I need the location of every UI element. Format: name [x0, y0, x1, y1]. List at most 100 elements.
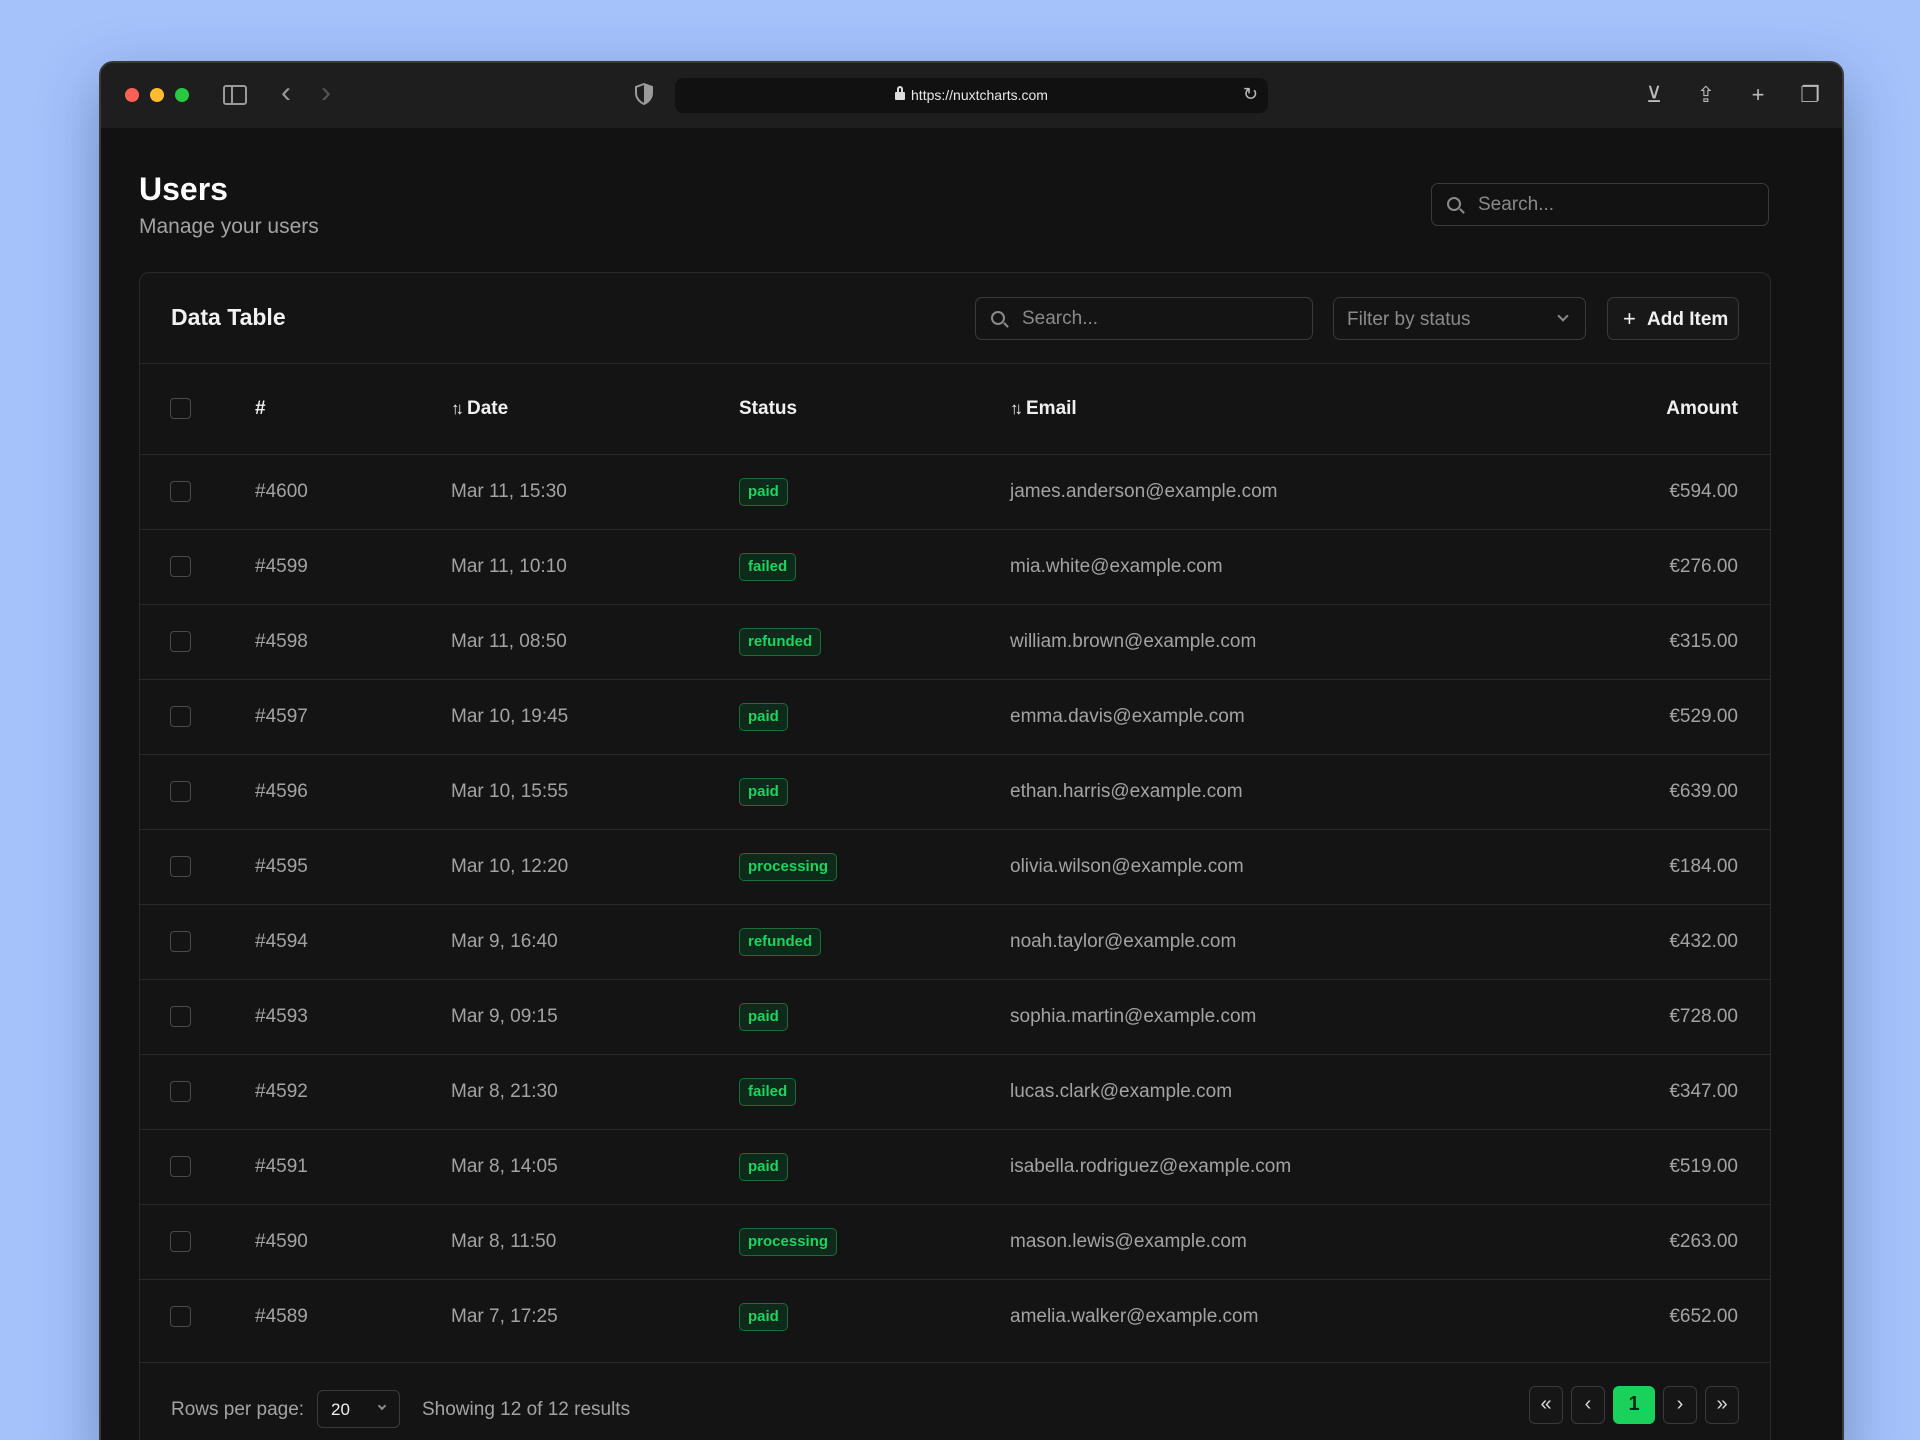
new-tab-icon[interactable]: +	[1746, 81, 1770, 109]
status-badge: refunded	[739, 627, 822, 656]
table-search	[975, 297, 1313, 340]
table-row[interactable]: #4594 Mar 9, 16:40 refunded noah.taylor@exa…	[140, 904, 1770, 979]
cell-status: paid	[739, 1129, 1010, 1204]
last-page-button[interactable]: »	[1705, 1386, 1739, 1424]
cell-date: Mar 8, 14:05	[451, 1155, 558, 1177]
row-checkbox[interactable]	[170, 1005, 191, 1027]
shield-icon[interactable]	[635, 82, 653, 110]
row-checkbox[interactable]	[170, 705, 191, 727]
plus-icon: +	[1623, 306, 1636, 331]
page-button-current[interactable]: 1	[1613, 1386, 1655, 1424]
reload-icon[interactable]: ↻	[1243, 84, 1258, 105]
status-badge: paid	[739, 1152, 788, 1181]
first-page-button[interactable]: «	[1529, 1386, 1563, 1424]
table-row[interactable]: #4596 Mar 10, 15:55 paid ethan.harris@examp…	[140, 754, 1770, 829]
table-row[interactable]: #4600 Mar 11, 15:30 paid james.anderson@exa…	[140, 454, 1770, 529]
add-item-button[interactable]: + Add Item	[1607, 297, 1739, 340]
column-header-amount: Amount	[1666, 397, 1738, 419]
cell-status: refunded	[739, 604, 1010, 679]
status-badge: paid	[739, 1302, 788, 1331]
row-checkbox[interactable]	[170, 480, 191, 502]
cell-date: Mar 7, 17:25	[451, 1305, 558, 1327]
cell-email: amelia.walker@example.com	[1010, 1305, 1259, 1327]
close-window-button[interactable]	[125, 88, 139, 102]
table-search-input[interactable]	[1022, 308, 1302, 330]
row-checkbox-cell	[140, 754, 255, 829]
cell-id: #4591	[255, 1155, 308, 1177]
search-icon	[1447, 197, 1461, 211]
row-checkbox-cell	[140, 979, 255, 1054]
row-checkbox-cell	[140, 829, 255, 904]
row-checkbox[interactable]	[170, 1155, 191, 1177]
row-checkbox[interactable]	[170, 1080, 191, 1102]
browser-toolbar: ‹ › https://nuxtcharts.com ↻ ⊻ ⇪ + ❐	[101, 63, 1842, 129]
row-checkbox[interactable]	[170, 555, 191, 577]
data-table: # ↑↓ Date Status ↑↓ Email Amount #4600 Mar …	[140, 364, 1770, 1354]
table-row[interactable]: #4598 Mar 11, 08:50 refunded william.brown@…	[140, 604, 1770, 679]
cell-id: #4594	[255, 930, 308, 952]
zoom-window-button[interactable]	[175, 88, 189, 102]
share-icon[interactable]: ⇪	[1694, 81, 1718, 109]
next-page-button[interactable]: ›	[1663, 1386, 1697, 1424]
status-badge: paid	[739, 777, 788, 806]
minimize-window-button[interactable]	[150, 88, 164, 102]
column-header-email[interactable]: ↑↓ Email	[1010, 364, 1610, 454]
tab-overview-icon[interactable]: ❐	[1798, 81, 1822, 109]
table-row[interactable]: #4592 Mar 8, 21:30 failed lucas.clark@examp…	[140, 1054, 1770, 1129]
cell-email: james.anderson@example.com	[1010, 480, 1278, 502]
cell-email: isabella.rodriguez@example.com	[1010, 1155, 1292, 1177]
status-badge: paid	[739, 477, 788, 506]
cell-date: Mar 10, 15:55	[451, 780, 569, 802]
results-count: Showing 12 of 12 results	[422, 1399, 631, 1420]
sort-icon: ↑↓	[451, 398, 464, 418]
cell-date: Mar 10, 19:45	[451, 705, 569, 727]
cell-amount: €652.00	[1669, 1305, 1738, 1327]
table-row[interactable]: #4591 Mar 8, 14:05 paid isabella.rodriguez@…	[140, 1129, 1770, 1204]
global-search	[1431, 183, 1769, 226]
browser-window: ‹ › https://nuxtcharts.com ↻ ⊻ ⇪ + ❐ Use…	[99, 61, 1844, 1440]
row-checkbox[interactable]	[170, 780, 191, 802]
sidebar-toggle-icon[interactable]	[223, 85, 247, 105]
address-bar[interactable]: https://nuxtcharts.com ↻	[675, 78, 1268, 113]
previous-page-button[interactable]: ‹	[1571, 1386, 1605, 1424]
column-header-date[interactable]: ↑↓ Date	[451, 364, 739, 454]
pagination: « ‹ 1 › »	[1529, 1386, 1739, 1424]
cell-id: #4599	[255, 555, 308, 577]
table-row[interactable]: #4590 Mar 8, 11:50 processing mason.lewis@e…	[140, 1204, 1770, 1279]
row-checkbox[interactable]	[170, 1230, 191, 1252]
table-row[interactable]: #4597 Mar 10, 19:45 paid emma.davis@example…	[140, 679, 1770, 754]
row-checkbox[interactable]	[170, 930, 191, 952]
table-row[interactable]: #4589 Mar 7, 17:25 paid amelia.walker@examp…	[140, 1279, 1770, 1354]
cell-id: #4593	[255, 1005, 308, 1027]
table-row[interactable]: #4599 Mar 11, 10:10 failed mia.white@exampl…	[140, 529, 1770, 604]
lock-icon	[895, 86, 906, 100]
sort-icon: ↑↓	[1010, 398, 1023, 418]
row-checkbox[interactable]	[170, 855, 191, 877]
cell-email: lucas.clark@example.com	[1010, 1080, 1233, 1102]
forward-icon[interactable]: ›	[321, 77, 331, 109]
table-row[interactable]: #4595 Mar 10, 12:20 processing olivia.wilso…	[140, 829, 1770, 904]
cell-email: mia.white@example.com	[1010, 555, 1223, 577]
row-checkbox[interactable]	[170, 1306, 191, 1328]
download-icon[interactable]: ⊻	[1642, 81, 1666, 109]
cell-status: refunded	[739, 904, 1010, 979]
table-footer: Rows per page: 20 Showing 12 of 12 resul…	[140, 1362, 1770, 1440]
row-checkbox[interactable]	[170, 630, 191, 652]
page-title: Users	[139, 171, 228, 207]
back-icon[interactable]: ‹	[281, 77, 291, 109]
column-header-date-label: Date	[467, 397, 509, 419]
status-filter-select[interactable]: Filter by status	[1333, 297, 1586, 340]
rows-per-page-select[interactable]: 20	[317, 1390, 400, 1428]
status-filter-placeholder: Filter by status	[1347, 309, 1471, 330]
status-badge: processing	[739, 1227, 838, 1256]
table-row[interactable]: #4593 Mar 9, 09:15 paid sophia.martin@examp…	[140, 979, 1770, 1054]
row-checkbox-cell	[140, 1054, 255, 1129]
data-table-card: Data Table Filter by status + Add Item	[139, 272, 1771, 1440]
cell-amount: €432.00	[1669, 930, 1738, 952]
row-checkbox-cell	[140, 604, 255, 679]
cell-amount: €263.00	[1669, 1230, 1738, 1252]
global-search-input[interactable]	[1478, 194, 1758, 216]
page-content: Users Manage your users Data Table Filte…	[101, 129, 1842, 1440]
cell-id: #4600	[255, 480, 308, 502]
select-all-checkbox[interactable]	[170, 398, 191, 420]
